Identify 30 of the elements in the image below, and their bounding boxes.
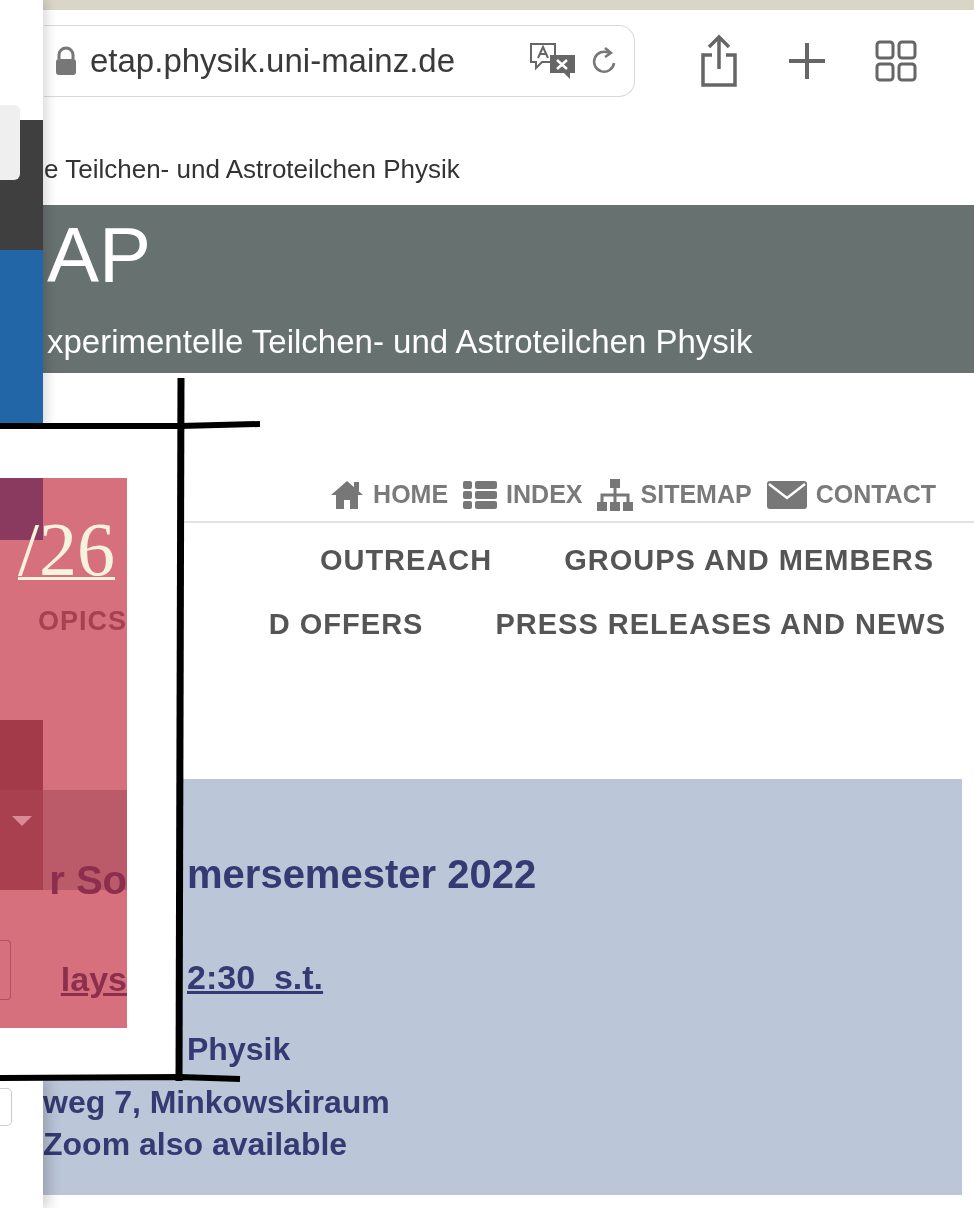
overlay-heading: r So xyxy=(49,857,127,904)
menu-link[interactable]: D OFFERS xyxy=(268,603,424,647)
plus-icon[interactable] xyxy=(787,41,827,81)
nav-link[interactable]: CONTACT xyxy=(765,468,936,521)
address-text: weg 7, Minkowskiraum xyxy=(43,1083,390,1122)
url-text: etap.physik.uni-mainz.de xyxy=(90,41,457,82)
date-text: /26 xyxy=(17,506,115,592)
menu-link[interactable]: GROUPS AND MEMBERS xyxy=(564,539,934,587)
page-title: e Teilchen- und Astroteilchen Physik xyxy=(44,153,460,186)
time-link[interactable]: 2:30 s.t. xyxy=(187,952,324,1003)
nav-link[interactable]: INDEX xyxy=(462,468,583,521)
announcement-heading: mersemester 2022 xyxy=(187,851,538,898)
zoom-note: Zoom also available xyxy=(43,1125,348,1164)
sitemap-icon xyxy=(596,477,633,512)
dark-band xyxy=(0,720,43,790)
menu-link[interactable]: PRESS RELEASES AND NEWS xyxy=(495,603,946,647)
envelope-icon xyxy=(765,478,808,511)
menu-link[interactable]: OUTREACH xyxy=(319,539,493,587)
address-field[interactable]: etap.physik.uni-mainz.de xyxy=(44,25,635,97)
place-text: Physik xyxy=(187,1030,292,1069)
input-field[interactable] xyxy=(0,940,11,1000)
site-subtitle: xperimentelle Teilchen- und Astroteilchen Physik xyxy=(47,322,754,362)
site-logo-text: AP xyxy=(47,215,153,295)
lock-icon xyxy=(54,45,78,77)
nav-link[interactable]: HOME xyxy=(329,468,449,521)
translate-icon[interactable] xyxy=(528,41,578,81)
list-icon xyxy=(462,478,499,511)
nav-link[interactable]: SITEMAP xyxy=(596,468,752,521)
share-icon[interactable] xyxy=(699,33,739,89)
tabs-overview-icon[interactable] xyxy=(875,40,917,82)
